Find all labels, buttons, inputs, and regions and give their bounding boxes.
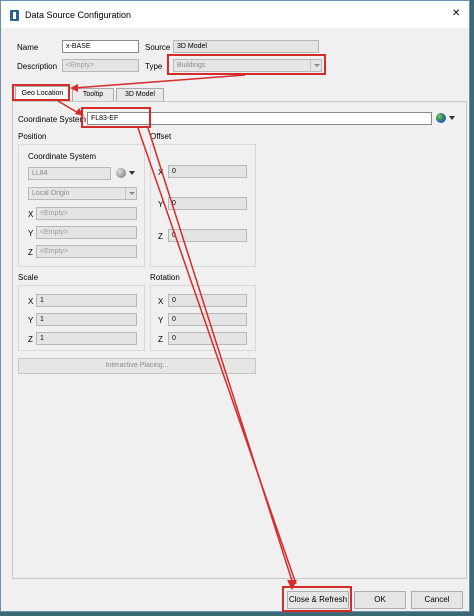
scale-y-input[interactable]: 1 (36, 313, 137, 326)
app-icon (10, 10, 19, 21)
globe-icon (436, 113, 446, 123)
type-select-value: Buildings (177, 62, 206, 69)
chevron-down-icon (310, 60, 321, 71)
close-icon[interactable]: ✕ (452, 9, 460, 19)
name-label: Name (17, 43, 39, 52)
position-coordinate-value: LL84 (32, 170, 48, 177)
scale-y-label: Y (28, 316, 34, 325)
title-bar[interactable]: Data Source Configuration ✕ (1, 1, 469, 28)
position-y-input[interactable]: <Empty> (36, 226, 137, 239)
position-z-input[interactable]: <Empty> (36, 245, 137, 258)
tab-tooltip[interactable]: Tooltip (72, 88, 114, 101)
position-label: Position (18, 132, 47, 141)
close-refresh-button[interactable]: Close & Refresh (287, 591, 349, 609)
scale-x-label: X (28, 297, 34, 306)
offset-label: Offset (150, 132, 172, 141)
interactive-placing-button: Interactive Placing... (18, 358, 256, 374)
window-title: Data Source Configuration (25, 10, 132, 20)
name-input[interactable]: x-BASE (62, 40, 139, 53)
tab-geo-location[interactable]: Geo Location (15, 86, 70, 101)
chevron-down-icon (449, 116, 455, 120)
offset-z-input[interactable]: 0 (168, 229, 247, 242)
position-y-label: Y (28, 229, 34, 238)
scale-label: Scale (18, 273, 39, 282)
rotation-x-label: X (158, 297, 164, 306)
coordinate-system-label: Coordinate System (18, 115, 87, 124)
origin-select-value: Local Origin (32, 190, 70, 197)
rotation-z-input[interactable]: 0 (168, 332, 247, 345)
source-field: 3D Model (173, 40, 319, 53)
ok-button[interactable]: OK (354, 591, 406, 609)
rotation-x-input[interactable]: 0 (168, 294, 247, 307)
position-x-input[interactable]: <Empty> (36, 207, 137, 220)
scale-x-input[interactable]: 1 (36, 294, 137, 307)
scale-z-input[interactable]: 1 (36, 332, 137, 345)
description-input[interactable]: <Empty> (62, 59, 139, 72)
type-select[interactable]: Buildings (173, 59, 322, 72)
dialog-window: Data Source Configuration ✕ Name x-BASE … (0, 0, 470, 612)
origin-select[interactable]: Local Origin (28, 187, 137, 200)
chevron-down-icon (125, 188, 136, 199)
position-x-label: X (28, 210, 34, 219)
rotation-label: Rotation (150, 273, 180, 282)
offset-y-label: Y (158, 200, 164, 209)
description-label: Description (17, 62, 58, 71)
rotation-y-label: Y (158, 316, 164, 325)
position-z-label: Z (28, 248, 33, 257)
offset-y-input[interactable]: 0 (168, 197, 247, 210)
rotation-z-label: Z (158, 335, 163, 344)
tab-3d-model[interactable]: 3D Model (116, 88, 164, 101)
source-label: Source (145, 43, 171, 52)
position-coordinate-system-label: Coordinate System (28, 152, 97, 161)
offset-x-input[interactable]: 0 (168, 165, 247, 178)
cancel-button[interactable]: Cancel (411, 591, 463, 609)
scale-z-label: Z (28, 335, 33, 344)
globe-icon (116, 168, 126, 178)
coordinate-picker-button[interactable] (434, 111, 459, 125)
offset-z-label: Z (158, 232, 163, 241)
offset-x-label: X (158, 168, 164, 177)
position-coordinate-picker (114, 166, 139, 180)
rotation-y-input[interactable]: 0 (168, 313, 247, 326)
chevron-down-icon (129, 171, 135, 175)
type-label: Type (145, 62, 163, 71)
coordinate-system-input[interactable]: FL83-EF (87, 112, 432, 125)
position-coordinate-select[interactable]: LL84 (28, 167, 111, 180)
